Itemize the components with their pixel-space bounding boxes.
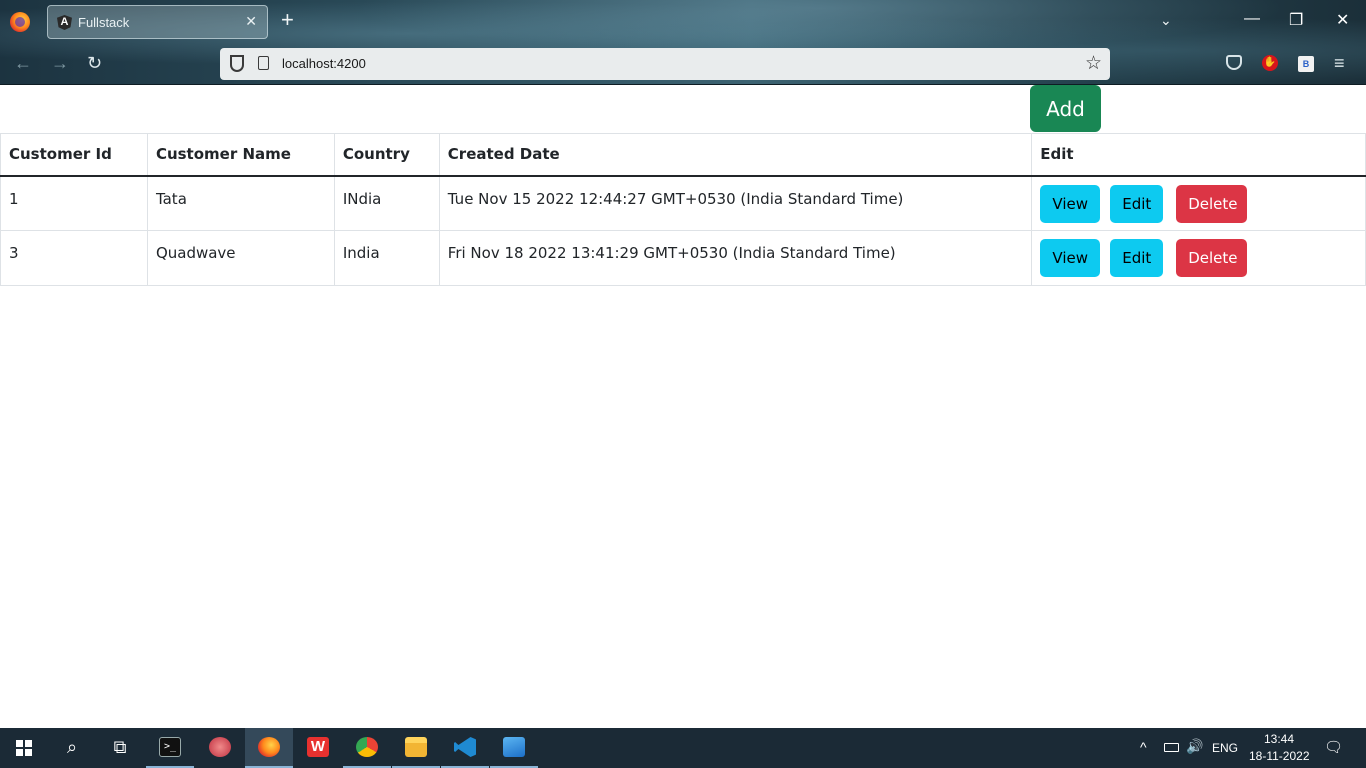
table-row: 3 Quadwave India Fri Nov 18 2022 13:41:2…	[0, 230, 1366, 286]
table-header-row: Customer Id Customer Name Country Create…	[0, 133, 1366, 177]
folder-icon	[405, 737, 427, 757]
terminal-icon: >_	[159, 737, 181, 757]
battery-icon[interactable]	[1164, 743, 1179, 752]
actions-cell: View Edit Delete	[1031, 175, 1366, 231]
tab-title: Fullstack	[78, 15, 130, 30]
task-view-button[interactable]: ⧉	[96, 728, 144, 768]
country-cell: INdia	[333, 175, 440, 231]
column-header: Edit	[1031, 133, 1366, 177]
bookmark-star-icon[interactable]: ☆	[1085, 52, 1102, 75]
page-content: Add Customer Id Customer Name Country Cr…	[0, 85, 1366, 728]
created-date-cell: Tue Nov 15 2022 12:44:27 GMT+0530 (India…	[438, 175, 1033, 231]
taskbar-photos[interactable]	[490, 728, 538, 768]
windows-logo-icon	[16, 740, 32, 756]
customer-id-cell: 3	[0, 230, 148, 286]
task-view-icon: ⧉	[113, 737, 127, 757]
taskbar: ⌕ ⧉ >_ W ^ 🔊 ENG 13:44 18-11-2022 🗨	[0, 728, 1366, 768]
taskbar-vscode[interactable]	[441, 728, 489, 768]
tracking-protection-icon[interactable]	[230, 55, 244, 72]
edit-button[interactable]: Edit	[1110, 184, 1164, 223]
new-tab-button[interactable]: +	[281, 8, 294, 32]
nav-bar: ← → ↻ localhost:4200 ☆ ✋ B ≡	[0, 44, 1366, 85]
view-button[interactable]: View	[1040, 239, 1101, 277]
firefox-logo-icon[interactable]	[10, 12, 30, 32]
tab-bar: A Fullstack ✕ + ⌄ — ❐ ✕	[0, 0, 1366, 44]
search-button[interactable]: ⌕	[48, 728, 96, 768]
vscode-icon	[454, 737, 476, 757]
customer-name-cell: Tata	[146, 175, 335, 231]
wps-office-icon: W	[307, 737, 329, 757]
edit-button[interactable]: Edit	[1110, 239, 1164, 277]
browser-chrome: A Fullstack ✕ + ⌄ — ❐ ✕ ← → ↻ localhost:…	[0, 0, 1366, 85]
actions-cell: View Edit Delete	[1031, 230, 1366, 286]
taskbar-file-explorer[interactable]	[392, 728, 440, 768]
table-row: 1 Tata INdia Tue Nov 15 2022 12:44:27 GM…	[0, 175, 1366, 231]
chrome-icon	[356, 737, 378, 757]
column-header: Country	[333, 133, 440, 177]
taskbar-app-snip[interactable]	[196, 728, 244, 768]
url-text[interactable]: localhost:4200	[282, 56, 366, 71]
angular-icon: A	[57, 15, 72, 30]
country-cell: India	[333, 230, 440, 286]
customer-name-cell: Quadwave	[146, 230, 335, 286]
pocket-icon[interactable]	[1226, 55, 1242, 70]
firefox-icon	[258, 737, 280, 757]
url-bar[interactable]: localhost:4200 ☆	[220, 48, 1110, 80]
page-info-icon[interactable]	[258, 56, 269, 70]
column-header: Created Date	[438, 133, 1033, 177]
clock-date[interactable]: 18-11-2022	[1249, 749, 1310, 763]
taskbar-wps[interactable]: W	[294, 728, 342, 768]
ublock-icon[interactable]: ✋	[1262, 55, 1278, 71]
restore-button[interactable]: ❐	[1289, 10, 1303, 30]
delete-button[interactable]: Delete	[1176, 184, 1248, 223]
add-button[interactable]: Add	[1030, 85, 1101, 132]
clock-time[interactable]: 13:44	[1264, 732, 1294, 746]
column-header: Customer Id	[0, 133, 148, 177]
reload-icon[interactable]: ↻	[87, 53, 102, 74]
taskbar-chrome[interactable]	[343, 728, 391, 768]
customer-table: Customer Id Customer Name Country Create…	[0, 133, 1366, 286]
photos-icon	[503, 737, 525, 757]
hamburger-menu-icon[interactable]: ≡	[1334, 53, 1345, 74]
bitdefender-icon[interactable]: B	[1298, 56, 1314, 72]
forward-icon[interactable]: →	[51, 53, 69, 74]
start-button[interactable]	[0, 728, 48, 768]
customer-id-cell: 1	[0, 175, 148, 231]
created-date-cell: Fri Nov 18 2022 13:41:29 GMT+0530 (India…	[438, 230, 1033, 286]
tab-fullstack[interactable]: A Fullstack ✕	[47, 5, 268, 39]
taskbar-firefox[interactable]	[245, 728, 293, 768]
close-window-button[interactable]: ✕	[1336, 10, 1349, 30]
minimize-button[interactable]: —	[1244, 10, 1260, 28]
notification-icon[interactable]: 🗨	[1324, 738, 1343, 756]
language-indicator[interactable]: ENG	[1212, 741, 1238, 755]
show-hidden-icons[interactable]: ^	[1140, 739, 1147, 755]
search-icon: ⌕	[66, 737, 78, 757]
taskbar-terminal[interactable]: >_	[146, 728, 194, 768]
column-header: Customer Name	[146, 133, 335, 177]
back-icon[interactable]: ←	[14, 53, 32, 74]
view-button[interactable]: View	[1040, 184, 1101, 223]
list-all-tabs-icon[interactable]: ⌄	[1160, 12, 1172, 29]
delete-button[interactable]: Delete	[1176, 239, 1248, 277]
volume-icon[interactable]: 🔊	[1186, 738, 1203, 755]
close-tab-icon[interactable]: ✕	[245, 13, 257, 30]
snipping-tool-icon	[209, 737, 231, 757]
